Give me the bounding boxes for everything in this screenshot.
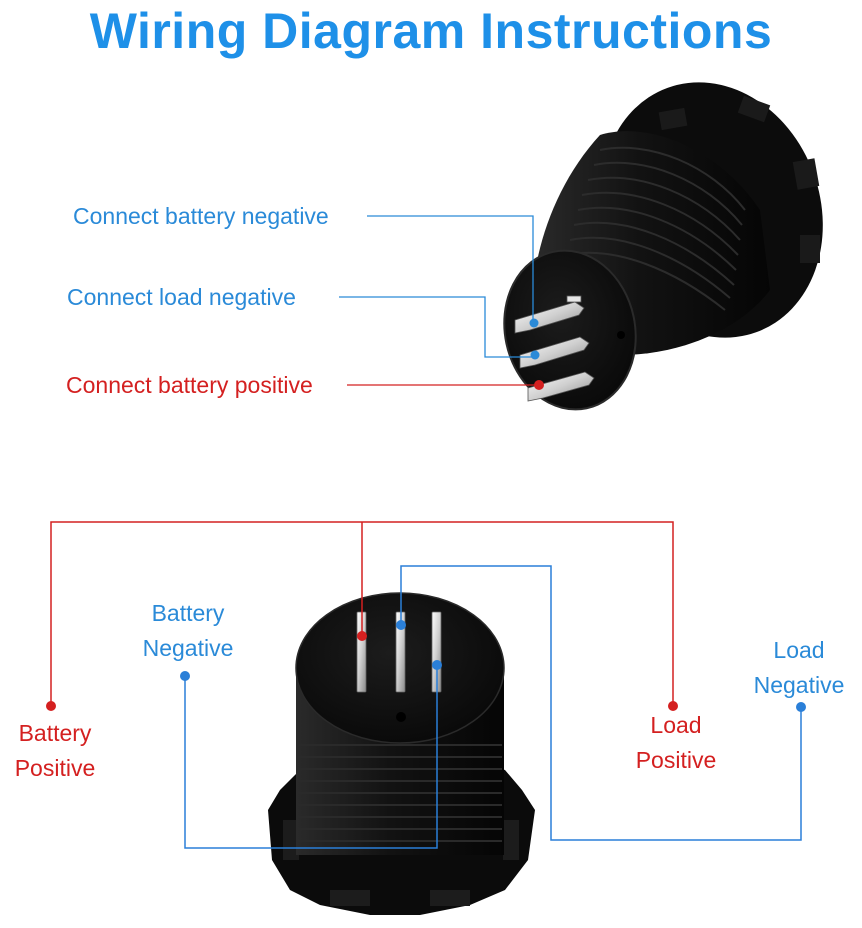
label-battery-positive: Battery Positive <box>6 716 104 786</box>
socket-side-view <box>503 82 823 411</box>
wiring-diagram-artwork <box>46 82 823 915</box>
label-load-positive: Load Positive <box>624 708 728 778</box>
socket-front-view <box>268 592 535 915</box>
label-connect-load-negative: Connect load negative <box>67 284 296 310</box>
label-connect-battery-positive: Connect battery positive <box>66 372 313 398</box>
label-battery-positive-line2: Positive <box>14 755 96 781</box>
label-load-positive-line1: Load <box>650 712 702 738</box>
label-load-negative: Load Negative <box>744 633 854 703</box>
label-battery-negative: Battery Negative <box>132 596 244 666</box>
label-load-negative-line1: Load <box>773 637 825 663</box>
label-battery-negative-line2: Negative <box>142 635 234 661</box>
label-battery-negative-line1: Battery <box>151 600 225 626</box>
label-load-negative-line2: Negative <box>753 672 845 698</box>
label-battery-positive-line1: Battery <box>18 720 92 746</box>
label-connect-battery-negative: Connect battery negative <box>73 203 329 229</box>
label-load-positive-line2: Positive <box>635 747 717 773</box>
